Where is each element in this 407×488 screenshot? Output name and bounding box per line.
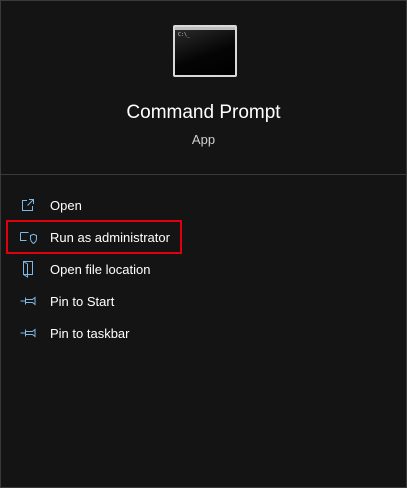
terminal-icon: C:\_ — [173, 25, 237, 77]
open-icon — [19, 196, 37, 214]
menu-item-open-file-location[interactable]: Open file location — [19, 254, 239, 284]
menu-item-label: Run as administrator — [50, 229, 170, 245]
menu-item-label: Pin to Start — [50, 293, 115, 309]
shield-icon — [19, 228, 37, 246]
menu-item-open[interactable]: Open — [19, 190, 239, 220]
menu-item-label: Open file location — [50, 261, 151, 277]
menu-item-run-as-administrator[interactable]: Run as administrator — [19, 222, 239, 252]
menu-item-pin-to-start[interactable]: Pin to Start — [19, 286, 239, 316]
app-type: App — [191, 132, 216, 147]
app-title: Command Prompt — [126, 102, 281, 123]
menu-item-label: Open — [50, 197, 82, 213]
context-panel: C:\_ Command Prompt App Open Run as admi… — [0, 0, 407, 488]
folder-icon — [19, 260, 37, 278]
pin-icon — [19, 292, 37, 310]
menu-item-pin-to-taskbar[interactable]: Pin to taskbar — [19, 318, 239, 348]
menu-item-label: Pin to taskbar — [50, 325, 130, 341]
pin-icon — [19, 324, 37, 342]
app-header: C:\_ Command Prompt App — [1, 1, 406, 175]
